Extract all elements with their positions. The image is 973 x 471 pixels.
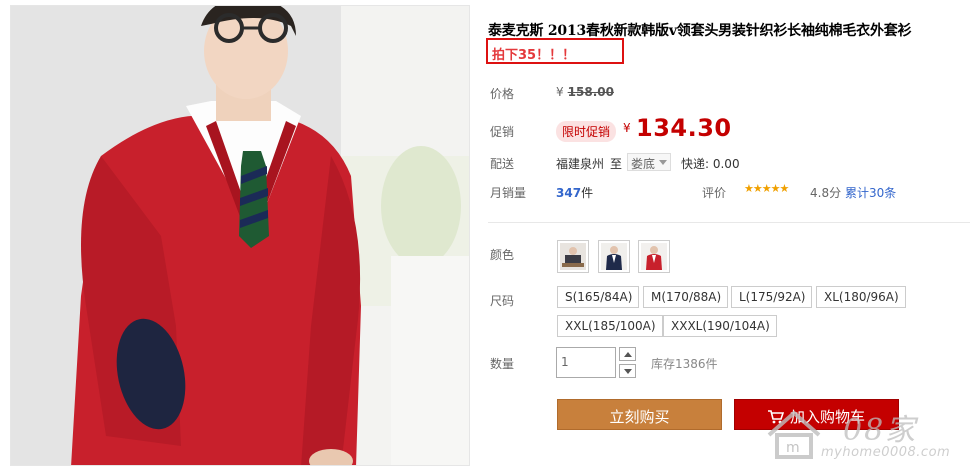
destination-select[interactable]: 娄底 bbox=[627, 153, 671, 171]
svg-text:m: m bbox=[786, 440, 800, 456]
original-currency: ¥ bbox=[556, 85, 564, 99]
chevron-down-icon bbox=[659, 160, 667, 165]
color-swatch-1[interactable] bbox=[557, 240, 589, 273]
size-option[interactable]: XXXL(190/104A) bbox=[663, 315, 777, 337]
sales-count: 347 bbox=[556, 186, 582, 200]
stock-count: 库存1386件 bbox=[651, 357, 718, 371]
product-title: 泰麦克斯 2013春秋新款韩版v领套头男装针织衫长袖纯棉毛衣外套衫 bbox=[488, 23, 912, 39]
size-option[interactable]: L(175/92A) bbox=[731, 286, 813, 308]
original-price: ¥158.00 bbox=[556, 85, 614, 99]
quantity-increase-button[interactable] bbox=[619, 347, 636, 361]
sales-label: 月销量 bbox=[490, 186, 527, 200]
shipping-from: 福建泉州 bbox=[556, 157, 605, 171]
promo-note: 拍下35！！！ bbox=[486, 38, 624, 64]
promotion-currency: ¥ bbox=[623, 121, 631, 135]
watermark-url: myhome0008.com bbox=[821, 445, 951, 460]
color-label: 颜色 bbox=[490, 248, 515, 262]
price-label: 价格 bbox=[490, 87, 515, 101]
review-count-link[interactable]: 累计30条 bbox=[845, 184, 896, 201]
chevron-down-icon bbox=[624, 369, 632, 374]
divider bbox=[488, 222, 970, 223]
chevron-up-icon bbox=[624, 352, 632, 357]
promotion-price: 134.30 bbox=[636, 114, 732, 142]
quantity-input[interactable]: 1 bbox=[556, 347, 616, 378]
product-main-image bbox=[10, 5, 470, 466]
sales-unit: 件 bbox=[581, 186, 594, 200]
add-to-cart-label: 加入购物车 bbox=[789, 408, 865, 426]
add-to-cart-button[interactable]: 加入购物车 bbox=[734, 399, 899, 430]
shipping-to-label: 至 bbox=[610, 157, 623, 171]
size-option[interactable]: S(165/84A) bbox=[557, 286, 640, 308]
size-option[interactable]: XXL(185/100A) bbox=[557, 315, 663, 337]
rating-score: 4.8分 bbox=[810, 186, 842, 200]
destination-value: 娄底 bbox=[631, 157, 656, 171]
original-price-value: 158.00 bbox=[567, 85, 614, 99]
size-label: 尺码 bbox=[490, 294, 515, 308]
promotion-badge: 限时促销 bbox=[556, 121, 617, 142]
rating-label: 评价 bbox=[702, 186, 727, 200]
color-swatch-2[interactable] bbox=[598, 240, 630, 273]
size-option[interactable]: XL(180/96A) bbox=[816, 286, 906, 308]
color-swatch-3[interactable] bbox=[638, 240, 670, 273]
promotion-label: 促销 bbox=[490, 125, 515, 139]
size-option[interactable]: M(170/88A) bbox=[643, 286, 729, 308]
monthly-sales: 347件 bbox=[556, 184, 593, 201]
quantity-decrease-button[interactable] bbox=[619, 364, 636, 378]
shipping-cost: 快递: 0.00 bbox=[681, 157, 740, 171]
cart-icon bbox=[767, 410, 785, 428]
rating-stars-icon: ★★★★★ bbox=[744, 182, 789, 195]
quantity-label: 数量 bbox=[490, 357, 515, 371]
shipping-label: 配送 bbox=[490, 157, 515, 171]
buy-now-button[interactable]: 立刻购买 bbox=[557, 399, 722, 430]
